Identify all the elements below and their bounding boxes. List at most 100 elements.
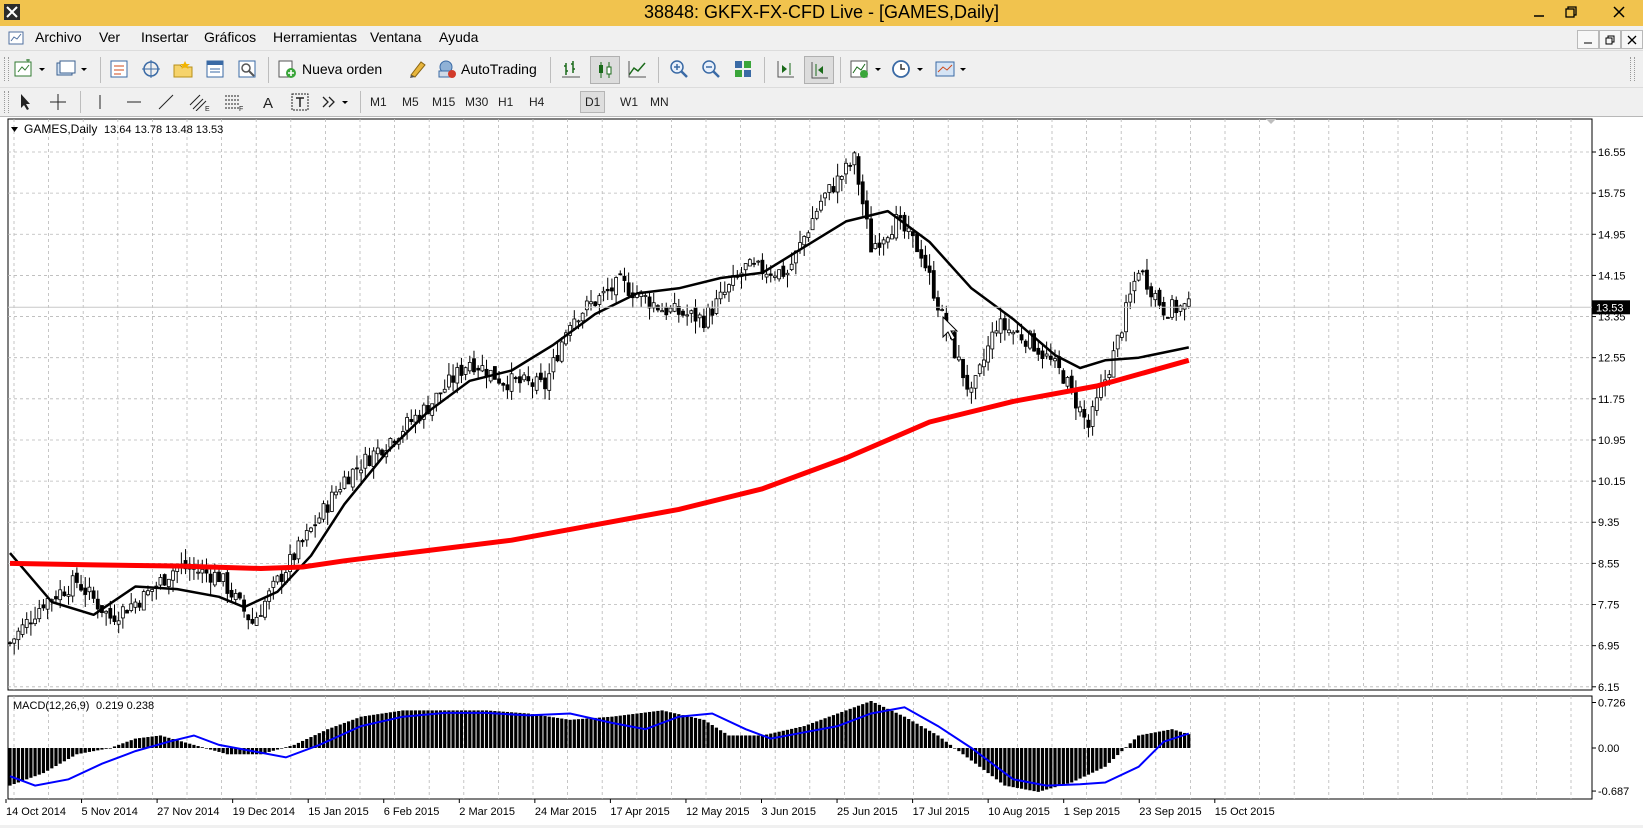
- macd-histogram-bar: [484, 710, 489, 748]
- candlestick-chart-button[interactable]: [590, 56, 620, 84]
- candle-body-up: [852, 152, 857, 166]
- terminal-button[interactable]: [202, 57, 228, 81]
- navigator-button[interactable]: [170, 57, 196, 81]
- candle-body-up: [814, 210, 819, 219]
- zoom-out-button[interactable]: [698, 57, 724, 81]
- restore-button[interactable]: [1552, 0, 1590, 24]
- candle-body-down: [538, 372, 543, 380]
- candle-body-up: [212, 571, 217, 586]
- candle-body-up: [467, 362, 472, 372]
- child-minimize-button[interactable]: [1577, 30, 1599, 49]
- period-d1[interactable]: D1: [580, 91, 606, 113]
- macd-title: MACD(12,26,9): [13, 700, 89, 712]
- x-tick-label: 19 Dec 2014: [233, 806, 295, 818]
- candle-body-down: [831, 186, 836, 193]
- toolbar-separator: [80, 91, 81, 113]
- macd-histogram-bar: [802, 726, 806, 748]
- menu-ventana[interactable]: Ventana: [370, 29, 421, 45]
- macd-histogram-bar: [514, 712, 518, 748]
- macd-histogram-bar: [543, 716, 547, 748]
- child-close-button[interactable]: [1621, 30, 1643, 49]
- menu-ayuda[interactable]: Ayuda: [439, 29, 478, 45]
- toolbar-grip[interactable]: [4, 91, 9, 113]
- menu-archivo[interactable]: Archivo: [35, 29, 82, 45]
- data-window-button[interactable]: [138, 57, 164, 81]
- metaeditor-button[interactable]: [404, 57, 430, 81]
- x-tick-label: 2 Mar 2015: [459, 806, 515, 818]
- arrows-tool-button[interactable]: [318, 91, 352, 113]
- autoscroll-icon: [811, 62, 828, 79]
- x-tick-label: 24 Mar 2015: [535, 806, 597, 818]
- candle-body-up: [1115, 334, 1120, 350]
- macd-histogram-bar: [309, 737, 313, 748]
- profiles-button[interactable]: [54, 57, 90, 81]
- equidistant-channel-tool-button[interactable]: E: [186, 91, 214, 113]
- strategy-tester-button[interactable]: [234, 57, 260, 81]
- period-m5[interactable]: M5: [398, 92, 423, 112]
- candle: [915, 232, 919, 253]
- toolbar-grip[interactable]: [4, 57, 9, 81]
- menu-insertar[interactable]: Insertar: [141, 29, 188, 45]
- macd-histogram-bar: [760, 735, 764, 748]
- period-w1[interactable]: W1: [616, 92, 642, 112]
- templates-button[interactable]: [932, 57, 970, 81]
- horizontal-line-tool-button[interactable]: [122, 91, 146, 113]
- candle-body-down: [409, 419, 414, 422]
- text-label-tool-button[interactable]: [288, 91, 312, 113]
- macd-histogram-bar: [196, 746, 200, 748]
- macd-histogram-bar: [476, 710, 480, 748]
- candle-body-up: [12, 638, 17, 644]
- menu-graficos[interactable]: Gráficos: [204, 29, 256, 45]
- period-mn[interactable]: MN: [646, 92, 673, 112]
- menu-herramientas[interactable]: Herramientas: [273, 29, 357, 45]
- tile-windows-button[interactable]: [730, 57, 756, 81]
- y-tick-label: 16.55: [1598, 147, 1626, 159]
- bar-chart-button[interactable]: [558, 57, 584, 81]
- fibonacci-tool-button[interactable]: F: [220, 91, 248, 113]
- cursor-tool-button[interactable]: [14, 91, 38, 113]
- zoom-in-button[interactable]: [666, 57, 692, 81]
- period-m1[interactable]: M1: [366, 92, 391, 112]
- new-order-button[interactable]: Nueva orden: [276, 57, 396, 81]
- candle-body-up: [718, 291, 723, 300]
- candle: [492, 366, 497, 380]
- trendline-tool-button[interactable]: [154, 91, 178, 113]
- market-watch-button[interactable]: [106, 57, 132, 81]
- candle-body-up: [743, 263, 748, 271]
- close-button[interactable]: [1600, 0, 1638, 24]
- macd-histogram-bar: [739, 735, 744, 748]
- chart-shift-button[interactable]: [772, 57, 798, 81]
- autotrading-button[interactable]: AutoTrading: [436, 57, 544, 81]
- macd-histogram-bar: [827, 716, 831, 748]
- child-restore-button[interactable]: [1599, 30, 1621, 49]
- period-m30[interactable]: M30: [461, 92, 492, 112]
- toolbar-grip[interactable]: [1630, 57, 1635, 81]
- title-bar: 38848: GKFX-FX-CFD Live - [GAMES,Daily]: [0, 0, 1643, 26]
- autoscroll-button[interactable]: [804, 56, 834, 84]
- x-tick-label: 10 Aug 2015: [988, 806, 1050, 818]
- candle-body-up: [990, 331, 995, 350]
- new-chart-button[interactable]: [12, 57, 48, 81]
- candle-body-down: [1082, 408, 1087, 418]
- candle-body-up: [338, 489, 343, 493]
- line-chart-button[interactable]: [624, 57, 650, 81]
- macd-histogram-bar: [965, 748, 969, 758]
- period-h4[interactable]: H4: [525, 92, 548, 112]
- chart-window-icon[interactable]: [8, 30, 24, 46]
- indicators-button[interactable]: [848, 57, 884, 81]
- candle-body-down: [162, 574, 167, 586]
- x-tick-label: 3 Jun 2015: [762, 806, 816, 818]
- macd-histogram-bar: [104, 748, 108, 749]
- vertical-line-tool-button[interactable]: [88, 91, 112, 113]
- macd-histogram-bar: [497, 711, 501, 748]
- crosshair-tool-button[interactable]: [46, 91, 70, 113]
- periodicity-button[interactable]: [890, 57, 926, 81]
- text-tool-button[interactable]: A: [256, 91, 280, 113]
- macd-histogram-bar: [175, 740, 179, 748]
- period-m15[interactable]: M15: [428, 92, 459, 112]
- candle-body-up: [271, 580, 276, 588]
- price-chart[interactable]: 16.5515.7514.9514.1513.3512.5511.7510.95…: [0, 117, 1643, 825]
- macd-histogram-bar: [1003, 748, 1007, 786]
- period-h1[interactable]: H1: [494, 92, 517, 112]
- menu-ver[interactable]: Ver: [99, 29, 120, 45]
